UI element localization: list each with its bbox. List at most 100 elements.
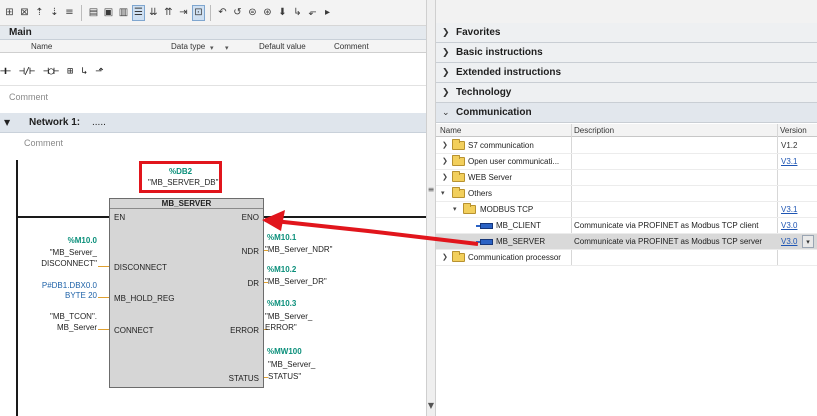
pin-connect[interactable]: CONNECT	[114, 326, 154, 335]
list-item[interactable]: ❯ Open user communicati... V3.1	[436, 154, 817, 170]
close-branch-icon[interactable]: ⬏	[95, 66, 103, 77]
splitter-handle-icon[interactable]: ▾	[225, 44, 229, 52]
list-item[interactable]: ❯ S7 communication V1.2	[436, 138, 817, 154]
pin-en[interactable]: EN	[114, 213, 125, 222]
category-extended-instructions[interactable]: ❯ Extended instructions	[436, 63, 817, 83]
nc-contact-icon[interactable]: ⊣/⊢	[19, 66, 35, 77]
expand-arrow-icon[interactable]: ❯	[442, 63, 450, 83]
move-up-icon[interactable]: ⇡	[33, 5, 46, 21]
coil-icon[interactable]: ⊣○⊢	[43, 66, 59, 77]
network-comment[interactable]: Comment	[0, 135, 426, 159]
category-favorites[interactable]: ❯ Favorites	[436, 23, 817, 43]
collapse-network-icon[interactable]: ▼	[4, 113, 10, 133]
list-item[interactable]: ❯ WEB Server	[436, 170, 817, 186]
scroll-handle-icon[interactable]: ≡	[426, 185, 436, 194]
pin-ndr[interactable]: NDR	[242, 247, 259, 256]
expand-arrow-icon[interactable]: ❯	[442, 173, 448, 181]
pin-disconnect[interactable]: DISCONNECT	[114, 263, 167, 272]
interface-col-name[interactable]: Name	[31, 42, 52, 51]
collapse-arrow-icon[interactable]: ▾	[441, 189, 445, 197]
pin-status[interactable]: STATUS	[229, 374, 259, 383]
expand-arrow-icon[interactable]: ❯	[442, 157, 448, 165]
item-version-link[interactable]: V3.0	[781, 237, 797, 246]
collapse-arrow-icon[interactable]: ⌄	[442, 103, 450, 123]
disconnect-tag-line1[interactable]: "MB_Server_	[50, 248, 97, 258]
insert-network-icon[interactable]: ⊞	[3, 5, 16, 21]
favorites-icon[interactable]: ▥	[117, 5, 130, 21]
hold-reg-pointer-line2[interactable]: BYTE 20	[65, 291, 97, 301]
jump-icon[interactable]: ⇥	[177, 5, 190, 21]
expand-arrow-icon[interactable]: ❯	[442, 43, 450, 63]
dr-tag[interactable]: "MB_Server_DR"	[265, 277, 327, 287]
splitter-handle-icon[interactable]: ▾	[210, 44, 214, 52]
branch-close-icon[interactable]: ⬐	[306, 5, 319, 21]
category-communication[interactable]: ⌄ Communication	[436, 103, 817, 123]
pin-dr[interactable]: DR	[247, 279, 259, 288]
network-title[interactable]: .....	[92, 113, 106, 133]
no-contact-icon[interactable]: ⊣⊢	[0, 66, 11, 77]
show-comments-icon[interactable]: ☰	[132, 4, 145, 21]
list-item-selected[interactable]: MB_SERVER Communicate via PROFINET as Mo…	[436, 234, 817, 250]
expand-arrow-icon[interactable]: ❯	[442, 141, 448, 149]
collapse-arrow-icon[interactable]: ▾	[453, 205, 457, 213]
instance-db-name[interactable]: "MB_SERVER_DB"	[148, 178, 218, 188]
connect-tag-line2[interactable]: MB_Server	[57, 323, 97, 333]
delete-network-icon[interactable]: ⊠	[18, 5, 31, 21]
col-description[interactable]: Description	[574, 126, 614, 135]
col-version[interactable]: Version	[780, 126, 807, 135]
branch-open-icon[interactable]: ↳	[291, 5, 304, 21]
monitor-icon[interactable]: ⊡	[192, 4, 205, 21]
dr-address[interactable]: %M10.2	[267, 265, 296, 275]
network-header[interactable]: ▼ Network 1: .....	[0, 113, 426, 133]
version-dropdown-icon[interactable]: ▾	[802, 235, 814, 248]
expand-arrow-icon[interactable]: ❯	[442, 23, 450, 43]
empty-box-icon[interactable]: ⊞	[67, 66, 73, 77]
pin-error[interactable]: ERROR	[230, 326, 259, 335]
disconnect-tag-line2[interactable]: DISCONNECT"	[41, 259, 97, 269]
col-name[interactable]: Name	[440, 126, 461, 135]
close-all-networks-icon[interactable]: ⇈	[162, 5, 175, 21]
pin-mb-hold-reg[interactable]: MB_HOLD_REG	[114, 294, 174, 303]
status-address[interactable]: %MW100	[267, 347, 302, 357]
scroll-down-icon[interactable]: ▼	[426, 401, 436, 410]
list-item[interactable]: ❯ Communication processor	[436, 250, 817, 266]
interface-col-comment[interactable]: Comment	[334, 42, 369, 51]
expand-arrow-icon[interactable]: ❯	[442, 83, 450, 103]
connect-tag-line1[interactable]: "MB_TCON".	[50, 312, 97, 322]
absolute-operands-icon[interactable]: ▤	[87, 5, 100, 21]
more-tools-icon[interactable]: ▸	[321, 5, 334, 21]
interface-col-default[interactable]: Default value	[259, 42, 306, 51]
network-comments-icon[interactable]: ▣	[102, 5, 115, 21]
ndr-tag[interactable]: "MB_Server_NDR"	[265, 245, 332, 255]
move-down-icon[interactable]: ⇣	[48, 5, 61, 21]
status-tag-line2[interactable]: STATUS"	[268, 372, 301, 382]
item-version-link[interactable]: V3.0	[781, 221, 797, 230]
ndr-address[interactable]: %M10.1	[267, 233, 296, 243]
open-all-networks-icon[interactable]: ⇊	[147, 5, 160, 21]
category-basic-instructions[interactable]: ❯ Basic instructions	[436, 43, 817, 63]
download-icon[interactable]: ⬇	[276, 5, 289, 21]
go-back-icon[interactable]: ↺	[231, 5, 244, 21]
list-item[interactable]: ▾ Others	[436, 186, 817, 202]
cross-reference-icon[interactable]: ⊜	[246, 5, 259, 21]
glasses-monitoring-icon[interactable]: ⊛	[261, 5, 274, 21]
error-address[interactable]: %M10.3	[267, 299, 296, 309]
category-technology[interactable]: ❯ Technology	[436, 83, 817, 103]
mb-server-block[interactable]: MB_SERVER EN DISCONNECT MB_HOLD_REG CONN…	[109, 198, 264, 388]
list-item[interactable]: ▾ MODBUS TCP V3.1	[436, 202, 817, 218]
list-item[interactable]: MB_CLIENT Communicate via PROFINET as Mo…	[436, 218, 817, 234]
go-to-icon[interactable]: ↶	[216, 5, 229, 21]
error-tag-line2[interactable]: ERROR"	[265, 323, 297, 333]
insert-row-icon[interactable]: ≡	[63, 5, 76, 21]
expand-arrow-icon[interactable]: ❯	[442, 253, 448, 261]
pin-eno[interactable]: ENO	[242, 213, 259, 222]
disconnect-address[interactable]: %M10.0	[68, 236, 97, 246]
item-version-link[interactable]: V3.1	[781, 157, 797, 166]
status-tag-line1[interactable]: "MB_Server_	[268, 360, 315, 370]
instance-db-address[interactable]: %DB2	[169, 167, 192, 177]
pane-splitter[interactable]	[426, 0, 436, 416]
open-branch-icon[interactable]: ↳	[81, 66, 87, 77]
hold-reg-pointer-line1[interactable]: P#DB1.DBX0.0	[42, 281, 97, 291]
error-tag-line1[interactable]: "MB_Server_	[265, 312, 312, 322]
item-version-link[interactable]: V3.1	[781, 205, 797, 214]
